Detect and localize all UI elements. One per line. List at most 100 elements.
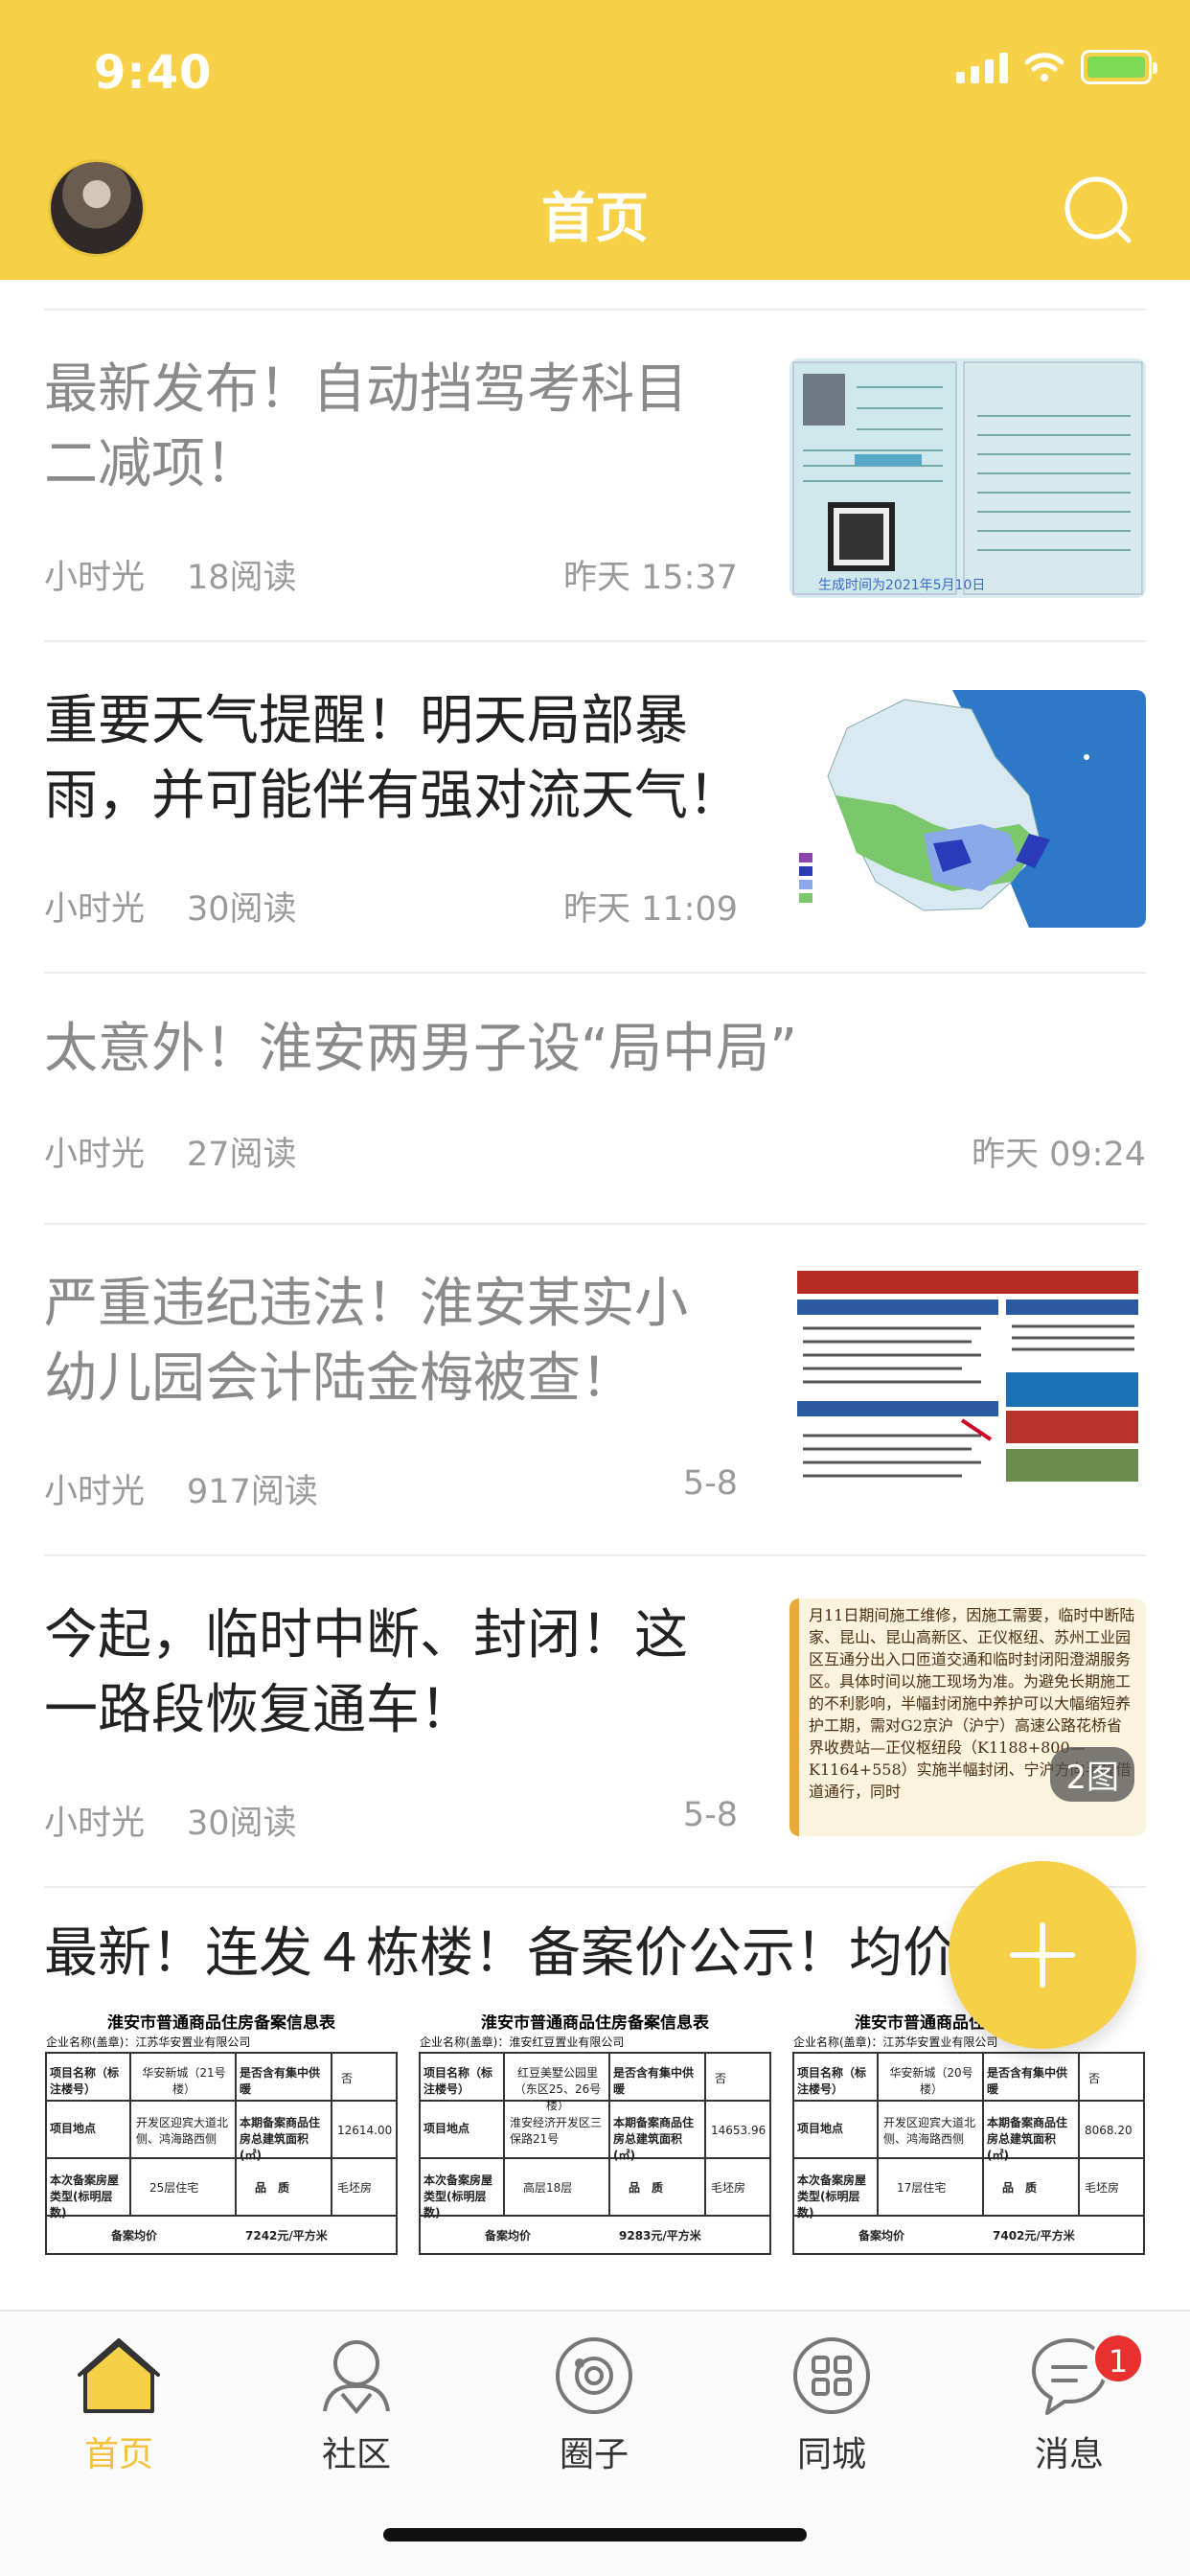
- doc-area: 8068.20: [1085, 2124, 1133, 2137]
- doc-label-heating: 是否含有集中供暖: [613, 2066, 695, 2096]
- article-title: 今起，临时中断、封闭！这 一路段恢复通车！: [44, 1604, 688, 1741]
- doc-heading: 淮安市普通商品住房备案信息表: [107, 2014, 335, 2033]
- doc-label-quality: 品 质: [255, 2181, 290, 2195]
- article-meta: 小时光 30阅读: [44, 882, 297, 931]
- tab-circle[interactable]: 圈子: [517, 2334, 671, 2478]
- doc-label-price: 备案均价: [111, 2229, 158, 2242]
- doc-location: 开发区迎宾大道北侧、鸿海路西侧: [136, 2116, 229, 2146]
- wifi-icon: [1025, 53, 1064, 81]
- article-title: 最新！连发４栋楼！备案价公示！均价: [44, 1922, 956, 1985]
- weather-map-thumbnail: [790, 690, 1146, 928]
- tab-label: 社区: [321, 2435, 391, 2474]
- tab-messages[interactable]: 消息 1: [993, 2333, 1146, 2478]
- tab-community[interactable]: 社区: [280, 2334, 433, 2478]
- article-meta: 小时光 917阅读: [44, 1464, 318, 1513]
- article-title: 太意外！淮安两男子设“局中局”: [44, 1018, 798, 1080]
- article-item[interactable]: 最新发布！自动挡驾考科目 二减项！ 小时光 18阅读 昨天 15:37 生成时间…: [44, 309, 1146, 640]
- article-time: 5-8: [682, 1464, 738, 1503]
- tab-label: 消息: [1034, 2435, 1104, 2474]
- doc-label-floors: 本次备案房屋类型(标明层数): [797, 2174, 867, 2220]
- article-meta: 小时光 18阅读: [44, 550, 297, 599]
- doc-label-location: 项目地点: [50, 2122, 97, 2135]
- doc-label-price: 备案均价: [485, 2229, 532, 2242]
- doc-company: 企业名称(盖章)：淮安红豆置业有限公司: [420, 2036, 625, 2049]
- doc-company: 企业名称(盖章)：江苏华安置业有限公司: [46, 2036, 251, 2049]
- doc-label-price: 备案均价: [858, 2229, 905, 2242]
- doc-label-area: 本期备案商品住房总建筑面积(㎡): [240, 2116, 321, 2162]
- doc-label-quality: 品 质: [1002, 2181, 1038, 2195]
- article-author: 小时光: [44, 1136, 146, 1174]
- doc-label-project: 项目名称（标注楼号）: [797, 2066, 867, 2096]
- article-time: 昨天 11:09: [563, 890, 738, 929]
- tab-label: 同城: [796, 2435, 866, 2474]
- search-icon[interactable]: [1062, 173, 1134, 246]
- doc-location: 开发区迎宾大道北侧、鸿海路西侧: [883, 2116, 976, 2146]
- article-reads: 27阅读: [187, 1136, 297, 1174]
- tab-home[interactable]: 首页: [42, 2334, 195, 2478]
- top-header: 9:40 首页: [0, 0, 1190, 280]
- license-image: [792, 361, 1143, 595]
- article-reads: 30阅读: [187, 1805, 297, 1843]
- article-time: 昨天 09:24: [972, 1136, 1146, 1174]
- article-time: 5-8: [682, 1796, 738, 1834]
- doc-quality: 毛坯房: [337, 2181, 373, 2195]
- page-title: 首页: [541, 188, 649, 250]
- doc-company: 企业名称(盖章)：江苏华安置业有限公司: [793, 2036, 998, 2049]
- circle-icon: [556, 2337, 632, 2414]
- article-author: 小时光: [44, 1805, 146, 1843]
- article-reads: 18阅读: [187, 559, 297, 597]
- article-item[interactable]: 严重违纪违法！淮安某实小 幼儿园会计陆金梅被查！ 小时光 917阅读 5-8: [44, 1223, 1146, 1554]
- doc-heating: 否: [1088, 2072, 1101, 2085]
- status-time: 9:40: [94, 46, 213, 100]
- doc-price: 9283元/平方米: [619, 2229, 701, 2242]
- doc-label-floors: 本次备案房屋类型(标明层数): [50, 2174, 120, 2220]
- article-author: 小时光: [44, 1473, 146, 1511]
- article-meta: 小时光 30阅读: [44, 1796, 297, 1845]
- notice-thumbnail: 月11日期间施工维修，因施工需要，临时中断陆家、昆山、昆山高新区、正仪枢纽、苏州…: [790, 1598, 1146, 1836]
- add-post-button[interactable]: [949, 1861, 1136, 2049]
- doc-project: 红豆美墅公园里（东区25、26号楼）: [514, 2066, 602, 2112]
- city-icon: [793, 2337, 870, 2414]
- signal-icon: [956, 51, 1008, 83]
- weather-map-image: [790, 690, 1146, 928]
- thumb-caption: 生成时间为2021年5月10日: [818, 578, 986, 593]
- article-item[interactable]: 重要天气提醒！明天局部暴 雨，并可能伴有强对流天气！ 小时光 30阅读 昨天 11…: [44, 640, 1146, 972]
- doc-label-area: 本期备案商品住房总建筑面积(㎡): [613, 2116, 695, 2162]
- home-icon: [78, 2338, 160, 2413]
- doc-floors: 17层住宅: [897, 2181, 947, 2195]
- article-reads: 917阅读: [187, 1473, 318, 1511]
- doc-label-heating: 是否含有集中供暖: [240, 2066, 321, 2096]
- doc-floors: 高层18层: [523, 2181, 573, 2195]
- article-reads: 30阅读: [187, 890, 297, 929]
- doc-label-quality: 品 质: [629, 2181, 664, 2195]
- document-image: 淮安市普通商品住房备案信息表 企业名称(盖章)：江苏华安置业有限公司 项目名称（…: [44, 2014, 399, 2260]
- doc-quality: 毛坯房: [711, 2181, 746, 2195]
- doc-label-project: 项目名称（标注楼号）: [423, 2066, 493, 2096]
- website-screenshot-thumbnail: [790, 1267, 1146, 1505]
- article-item[interactable]: 今起，临时中断、封闭！这 一路段恢复通车！ 小时光 30阅读 5-8 月11日期间…: [44, 1554, 1146, 1886]
- website-image: [790, 1267, 1146, 1505]
- home-indicator: [383, 2528, 807, 2542]
- community-icon: [323, 2340, 390, 2415]
- document-images: 淮安市普通商品住房备案信息表 企业名称(盖章)：江苏华安置业有限公司 项目名称（…: [44, 2014, 1146, 2260]
- tab-city[interactable]: 同城: [755, 2334, 908, 2478]
- doc-area: 12614.00: [337, 2124, 393, 2137]
- doc-project: 华安新城（20号楼）: [889, 2066, 973, 2096]
- doc-project: 华安新城（21号楼）: [142, 2066, 226, 2096]
- article-title: 严重违纪违法！淮安某实小 幼儿园会计陆金梅被查！: [44, 1273, 688, 1410]
- doc-heating: 否: [341, 2072, 354, 2085]
- doc-label-location: 项目地点: [423, 2122, 470, 2135]
- article-author: 小时光: [44, 890, 146, 929]
- doc-floors: 25层住宅: [149, 2181, 199, 2195]
- article-time: 昨天 15:37: [563, 559, 738, 597]
- article-author: 小时光: [44, 559, 146, 597]
- tab-label: 首页: [83, 2435, 153, 2474]
- doc-area: 14653.96: [711, 2124, 767, 2137]
- license-thumbnail: 生成时间为2021年5月10日: [790, 358, 1146, 598]
- doc-label-location: 项目地点: [797, 2122, 844, 2135]
- doc-label-heating: 是否含有集中供暖: [987, 2066, 1068, 2096]
- article-meta: 小时光 27阅读: [44, 1127, 297, 1176]
- image-count-badge: 2图: [1050, 1747, 1134, 1802]
- battery-icon: [1081, 50, 1157, 84]
- article-item[interactable]: 太意外！淮安两男子设“局中局” 小时光 27阅读 昨天 09:24: [44, 972, 1146, 1223]
